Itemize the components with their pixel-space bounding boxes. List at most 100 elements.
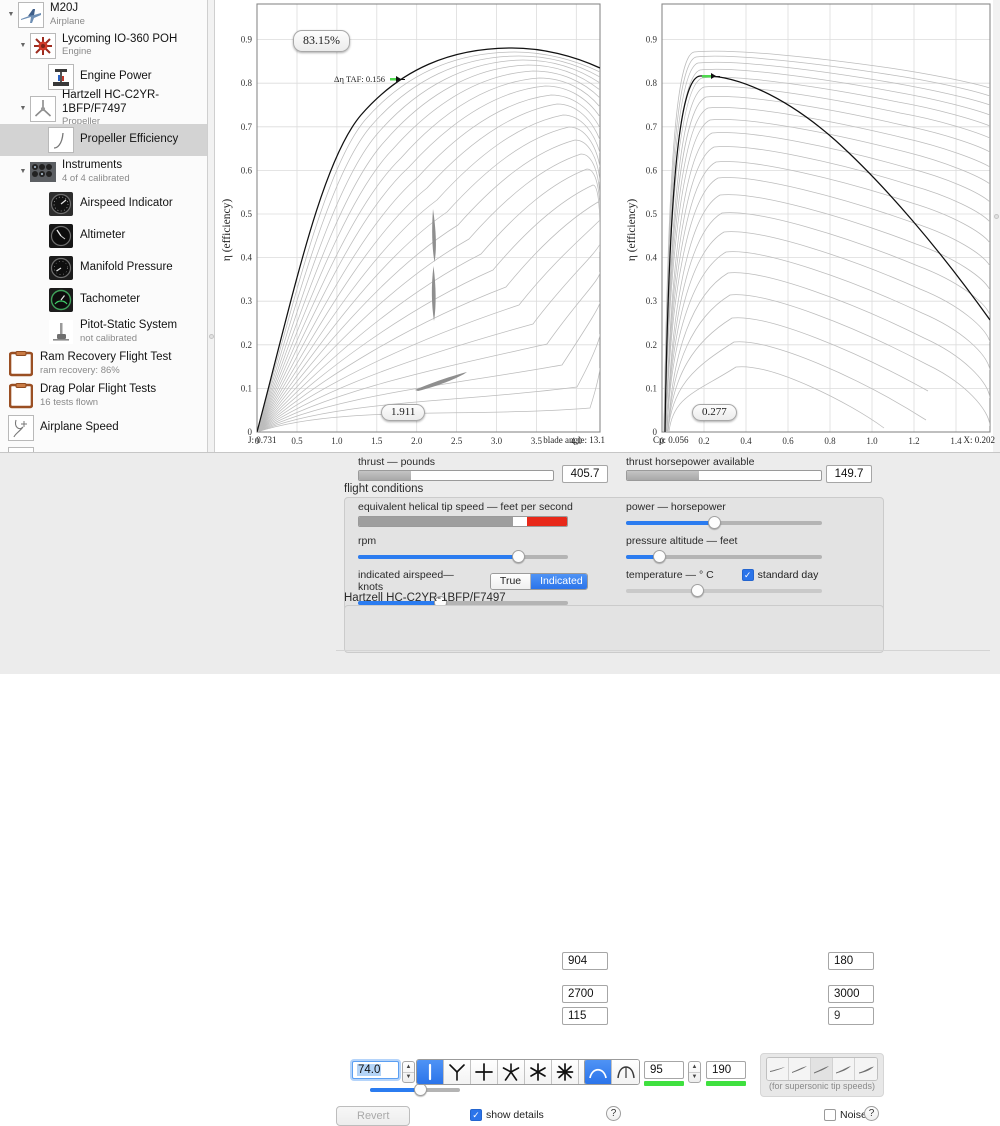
tachometer-gauge-icon <box>48 287 74 313</box>
checkbox-check-icon[interactable]: ✓ <box>470 1109 482 1121</box>
diameter-value[interactable]: 74.0 <box>357 1064 382 1076</box>
power-group: power — horsepower <box>626 501 826 530</box>
activity-factor-value[interactable]: 95 <box>644 1061 684 1079</box>
blade-count-5-icon[interactable] <box>498 1060 525 1084</box>
sidebar-item-pitot-static-system[interactable]: Pitot-Static System not calibrated <box>0 316 207 348</box>
planform-square-tip-icon[interactable] <box>612 1060 639 1084</box>
noise-checkbox[interactable]: Noise <box>824 1109 867 1121</box>
blade-count-3-icon[interactable] <box>444 1060 471 1084</box>
power-slider[interactable] <box>626 516 822 530</box>
tip-speed-bar[interactable] <box>358 516 568 527</box>
pressure-altitude-value[interactable]: 3000 <box>828 985 874 1003</box>
tip-speed-value[interactable]: 904 <box>562 952 608 970</box>
disclosure-triangle-icon[interactable]: ▼ <box>16 156 30 188</box>
sidebar-splitter[interactable] <box>208 0 215 452</box>
temperature-value[interactable]: 9 <box>828 1007 874 1025</box>
rpm-value[interactable]: 2700 <box>562 985 608 1003</box>
disclosure-triangle-icon[interactable]: ▼ <box>4 0 18 31</box>
airfoil-2-icon[interactable] <box>789 1058 811 1080</box>
stepper-up-icon[interactable]: ▲ <box>689 1062 700 1073</box>
airspeed-gauge-icon <box>48 191 74 217</box>
sidebar-item-text: Drag Polar Flight Tests 16 tests flown <box>40 383 157 408</box>
y-axis-label: η (efficiency) <box>221 199 233 261</box>
help-button-noise[interactable]: ? <box>864 1106 879 1121</box>
svg-text:0.1: 0.1 <box>241 383 252 393</box>
sidebar-item-airplane-speed[interactable]: Airplane Speed <box>0 412 207 444</box>
rpm-slider[interactable] <box>358 550 568 564</box>
airspeed-mode-indicated[interactable]: Indicated <box>531 573 587 589</box>
revert-button[interactable]: Revert <box>336 1106 411 1126</box>
show-details-checkbox[interactable]: ✓ show details <box>470 1109 544 1121</box>
power-label: power — horsepower <box>626 501 726 513</box>
airspeed-value[interactable]: 115 <box>562 1007 608 1025</box>
cp-readout: Cp: 0.056 <box>653 435 689 445</box>
sidebar-item-text: Tachometer <box>80 293 141 306</box>
airfoil-5-icon[interactable] <box>855 1058 877 1080</box>
blade-count-1-icon[interactable] <box>417 1060 444 1084</box>
splitter-grip-icon[interactable] <box>209 334 214 339</box>
chart-eta-vs-jcp[interactable]: Δη TAF: 0.156 0 0.5 1.0 1.5 2.0 2.5 3.0 … <box>215 0 615 452</box>
activity-factor-indicator <box>644 1081 684 1086</box>
chart-splitter-right[interactable] <box>993 0 1000 452</box>
sidebar-item-m20j[interactable]: ▼ M20J Airplane <box>0 0 207 30</box>
sidebar-item-airspeed-indicator[interactable]: Airspeed Indicator <box>0 188 207 220</box>
propeller-title: Hartzell HC-C2YR-1BFP/F7497 <box>344 592 506 604</box>
chart-eta-vs-cpx[interactable]: 0 0.2 0.4 0.6 0.8 1.0 1.2 1.4 0 0.1 0.2 … <box>620 0 995 452</box>
clipboard-icon <box>8 383 34 409</box>
disclosure-triangle-icon[interactable]: ▼ <box>16 93 30 125</box>
jcp-operating-point-badge[interactable]: 1.911 <box>381 404 426 421</box>
sidebar-item-text: Engine Power <box>80 70 152 83</box>
stepper-up-icon[interactable]: ▲ <box>403 1062 414 1073</box>
svg-text:0.8: 0.8 <box>824 436 836 446</box>
sidebar-item-hartzell-propeller[interactable]: ▼ Hartzell HC-C2YR-1BFP/F7497 Propeller <box>0 89 207 126</box>
checkbox-check-icon[interactable]: ✓ <box>741 569 754 581</box>
diameter-stepper[interactable]: ▲ ▼ <box>402 1061 415 1083</box>
propeller-icon <box>30 95 56 122</box>
sidebar-item-altimeter[interactable]: Altimeter <box>0 220 207 252</box>
blade-count-7-icon[interactable] <box>552 1060 579 1084</box>
airplane-icon <box>18 2 44 28</box>
airfoil-1-icon[interactable] <box>767 1058 789 1080</box>
airfoil-3-icon[interactable] <box>811 1058 833 1080</box>
stepper-down-icon[interactable]: ▼ <box>689 1073 700 1083</box>
help-button-details[interactable]: ? <box>606 1106 621 1121</box>
airspeed-mode-true[interactable]: True <box>490 573 532 589</box>
blade-count-4-icon[interactable] <box>471 1060 498 1084</box>
blade-count-selector[interactable] <box>416 1059 607 1085</box>
diameter-field[interactable]: 74.0 <box>352 1061 399 1079</box>
airfoil-4-icon[interactable] <box>833 1058 855 1080</box>
svg-text:1.0: 1.0 <box>866 436 878 446</box>
svg-text:0.6: 0.6 <box>782 436 794 446</box>
sidebar-item-drag-polar-flight-tests[interactable]: Drag Polar Flight Tests 16 tests flown <box>0 380 207 412</box>
svg-text:1.0: 1.0 <box>331 436 343 446</box>
stepper-down-icon[interactable]: ▼ <box>403 1073 414 1083</box>
sidebar-item-instruments[interactable]: ▼ Instruments 4 of 4 calibrated <box>0 156 207 188</box>
power-value[interactable]: 180 <box>828 952 874 970</box>
svg-text:0.9: 0.9 <box>241 35 253 45</box>
airspeed-label: indicated airspeed— knots <box>358 569 454 593</box>
sidebar-item-lycoming-io-360[interactable]: ▼ Lycoming IO-360 POH Engine <box>0 30 207 61</box>
sidebar-item-propeller-efficiency[interactable]: Propeller Efficiency <box>0 124 207 156</box>
disclosure-triangle-icon[interactable]: ▼ <box>16 30 30 62</box>
airfoil-selector[interactable] <box>766 1057 878 1081</box>
planform-round-tip-icon[interactable] <box>585 1060 612 1084</box>
sidebar-item-tachometer[interactable]: Tachometer <box>0 284 207 316</box>
temperature-slider[interactable] <box>626 584 822 598</box>
planform-selector[interactable] <box>584 1059 640 1085</box>
controls-panel: thrust — pounds 405.7 thrust horsepower … <box>0 452 1000 1126</box>
sidebar-item-text: M20J Airplane <box>50 2 85 27</box>
splitter-grip-icon[interactable] <box>994 214 999 219</box>
sidebar-item-ram-recovery-flight-test[interactable]: Ram Recovery Flight Test ram recovery: 8… <box>0 348 207 380</box>
sidebar-item-manifold-pressure[interactable]: Manifold Pressure <box>0 252 207 284</box>
airspeed-mode-toggle[interactable]: True Indicated <box>489 572 588 590</box>
standard-day-checkbox[interactable]: ✓ standard day <box>741 569 818 581</box>
diameter-slider[interactable] <box>370 1083 460 1097</box>
cpx-operating-point-badge[interactable]: 0.277 <box>692 404 737 421</box>
sidebar-item-engine-power[interactable]: Engine Power <box>0 61 207 93</box>
blade-count-6-icon[interactable] <box>525 1060 552 1084</box>
efficiency-badge[interactable]: 83.15% <box>293 30 350 52</box>
design-cl-value[interactable]: 190 <box>706 1061 746 1079</box>
pressure-altitude-slider[interactable] <box>626 550 822 564</box>
checkbox-unchecked-icon[interactable] <box>824 1109 836 1121</box>
activity-factor-stepper[interactable]: ▲ ▼ <box>688 1061 701 1083</box>
